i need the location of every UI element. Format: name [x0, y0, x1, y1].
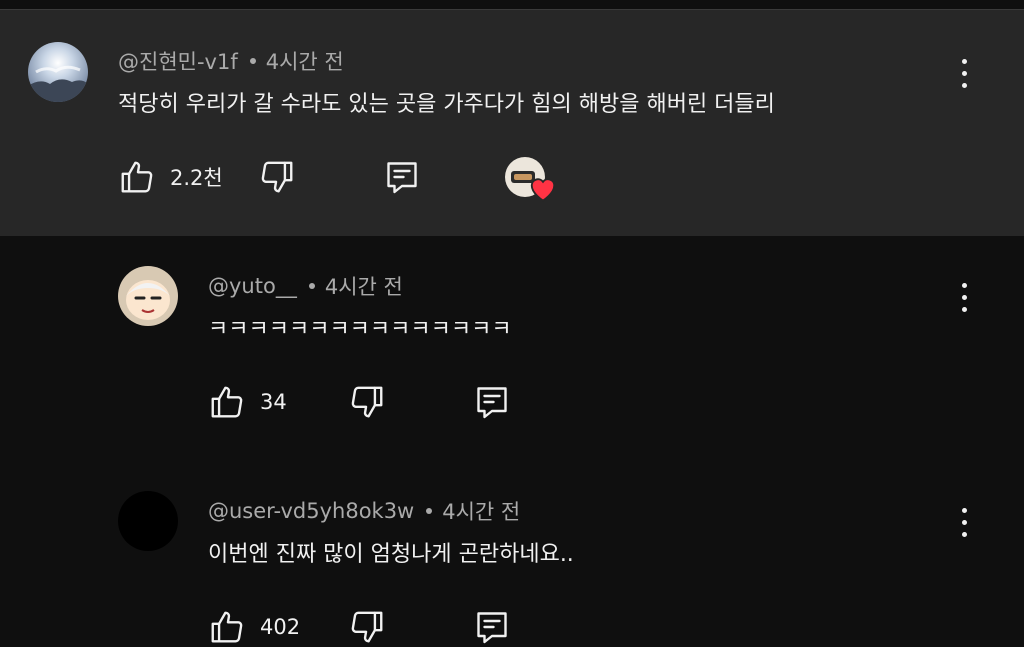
top-divider — [0, 0, 1024, 10]
avatar[interactable] — [28, 42, 88, 102]
reply-icon — [477, 387, 507, 419]
dislike-button[interactable] — [348, 382, 386, 422]
comment-meta: @user-vd5yh8ok3w 4시간 전 — [208, 496, 520, 526]
comment-time: 4시간 전 — [442, 500, 521, 524]
like-count: 2.2천 — [170, 166, 223, 190]
separator-dot — [249, 58, 256, 64]
creator-heart-badge — [505, 157, 559, 205]
comment-actions: 402 — [208, 607, 528, 647]
avatar[interactable] — [118, 491, 178, 551]
more-vert-icon[interactable] — [955, 56, 975, 92]
reply-button[interactable] — [384, 157, 420, 197]
comment-time: 4시간 전 — [265, 50, 344, 74]
comment-time: 4시간 전 — [324, 275, 403, 299]
dislike-button[interactable] — [348, 607, 386, 647]
like-button[interactable]: 34 — [208, 382, 287, 422]
avatar[interactable] — [118, 266, 178, 326]
more-vert-icon[interactable] — [955, 280, 975, 316]
separator-dot — [426, 508, 433, 514]
more-vert-icon[interactable] — [955, 505, 975, 541]
reply-button[interactable] — [474, 607, 510, 647]
reply-button[interactable] — [474, 382, 510, 422]
thumbs-up-icon — [211, 611, 243, 643]
reply-icon — [477, 612, 507, 644]
comment-text: ㅋㅋㅋㅋㅋㅋㅋㅋㅋㅋㅋㅋㅋㅋㅋ — [208, 317, 512, 342]
comment-author[interactable]: @user-vd5yh8ok3w — [208, 499, 414, 523]
separator-dot — [308, 283, 315, 289]
comment-meta: @진현민-v1f 4시간 전 — [118, 46, 344, 76]
like-count: 34 — [260, 390, 287, 414]
comment-author[interactable]: @진현민-v1f — [118, 46, 238, 76]
thumbs-up-icon — [211, 386, 243, 418]
comment-meta: @yuto__ 4시간 전 — [208, 271, 403, 301]
creator-heart-icon — [530, 178, 556, 202]
reply-icon — [387, 162, 417, 194]
comment-actions: 34 — [208, 382, 528, 422]
like-button[interactable]: 2.2천 — [118, 157, 223, 197]
reply-comment: @user-vd5yh8ok3w 4시간 전 이번엔 진짜 많이 엄청나게 곤란… — [0, 461, 1024, 647]
like-button[interactable]: 402 — [208, 607, 300, 647]
dislike-button[interactable] — [258, 157, 296, 197]
comment-actions: 2.2천 — [118, 157, 578, 202]
reply-comment: @yuto__ 4시간 전 ㅋㅋㅋㅋㅋㅋㅋㅋㅋㅋㅋㅋㅋㅋㅋ 34 — [0, 236, 1024, 446]
comment-text: 이번엔 진짜 많이 엄청나게 곤란하네요.. — [208, 542, 574, 567]
like-count: 402 — [260, 615, 301, 639]
thumbs-down-icon — [351, 611, 383, 643]
thumbs-down-icon — [261, 161, 293, 193]
comment-text: 적당히 우리가 갈 수라도 있는 곳을 가주다가 힘의 해방을 해버린 더들리 — [118, 92, 775, 117]
highlighted-comment: @진현민-v1f 4시간 전 적당히 우리가 갈 수라도 있는 곳을 가주다가 … — [0, 10, 1024, 236]
thumbs-down-icon — [351, 386, 383, 418]
thumbs-up-icon — [121, 161, 153, 193]
comment-author[interactable]: @yuto__ — [208, 274, 297, 298]
